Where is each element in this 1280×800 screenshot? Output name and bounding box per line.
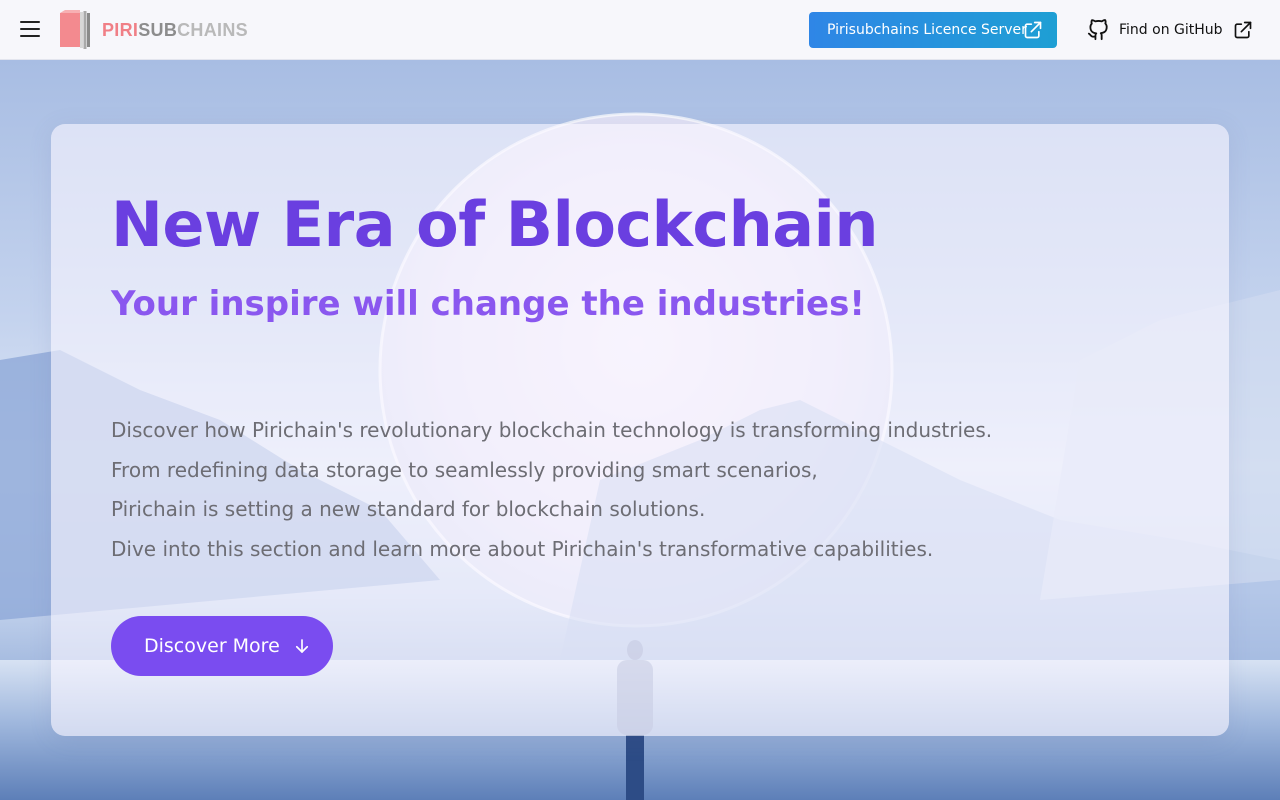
licence-server-label: Pirisubchains Licence Server	[827, 22, 1027, 38]
logo-text-chains: CHAINS	[177, 19, 248, 40]
external-link-icon	[1234, 21, 1251, 39]
logo-text: PIRISUBCHAINS	[102, 20, 248, 41]
external-link-icon	[1024, 21, 1042, 39]
hero-subtitle: Your inspire will change the industries!	[111, 284, 865, 324]
brand-logo[interactable]: PIRISUBCHAINS	[59, 10, 248, 50]
hamburger-menu-icon[interactable]	[20, 21, 40, 39]
discover-more-button[interactable]: Discover More	[111, 616, 333, 676]
licence-server-button[interactable]: Pirisubchains Licence Server	[809, 12, 1057, 48]
hero-description-line: Pirichain is setting a new standard for …	[111, 497, 706, 521]
hero-title: New Era of Blockchain	[111, 188, 879, 261]
hero-description-line: Dive into this section and learn more ab…	[111, 536, 934, 561]
github-icon	[1087, 19, 1108, 41]
logo-text-piri: PIRI	[102, 19, 139, 40]
discover-more-label: Discover More	[144, 635, 280, 657]
hero-description-line: From redefining data storage to seamless…	[111, 457, 818, 482]
logo-text-sub: SUB	[138, 19, 178, 40]
hero-description: Discover how Pirichain's revolutionary b…	[111, 416, 992, 574]
github-link[interactable]: Find on GitHub	[1087, 18, 1253, 42]
hero-description-line: Discover how Pirichain's revolutionary b…	[111, 418, 993, 442]
logo-mark-icon	[59, 10, 92, 50]
arrow-down-icon	[295, 639, 308, 653]
top-navbar: PIRISUBCHAINS Pirisubchains Licence Serv…	[0, 0, 1280, 60]
github-link-label: Find on GitHub	[1119, 22, 1223, 38]
